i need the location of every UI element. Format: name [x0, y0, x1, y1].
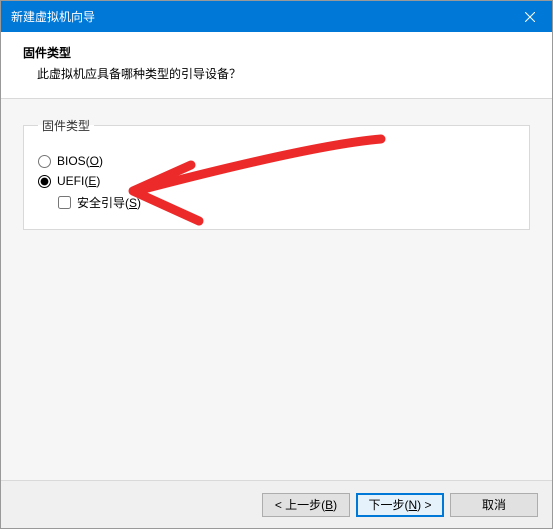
close-icon — [525, 12, 535, 22]
cancel-button[interactable]: 取消 — [450, 493, 538, 517]
checkbox-secure-boot[interactable]: 安全引导(S) — [58, 194, 515, 211]
firmware-type-group: 固件类型 BIOS(O) UEFI(E) 安全引导(S) — [23, 117, 530, 230]
titlebar: 新建虚拟机向导 — [1, 1, 552, 32]
wizard-header: 固件类型 此虚拟机应具备哪种类型的引导设备？ — [1, 32, 552, 99]
radio-bios-label: BIOS(O) — [57, 154, 103, 168]
wizard-window: 新建虚拟机向导 固件类型 此虚拟机应具备哪种类型的引导设备？ 固件类型 BIOS… — [0, 0, 553, 529]
wizard-footer: < 上一步(B) 下一步(N) > 取消 — [1, 480, 552, 528]
wizard-body: 固件类型 BIOS(O) UEFI(E) 安全引导(S) — [1, 99, 552, 480]
radio-bios-input[interactable] — [38, 155, 51, 168]
window-title: 新建虚拟机向导 — [11, 8, 507, 25]
close-button[interactable] — [507, 1, 552, 32]
back-button[interactable]: < 上一步(B) — [262, 493, 350, 517]
checkbox-secure-boot-input[interactable] — [58, 196, 71, 209]
radio-bios[interactable]: BIOS(O) — [38, 154, 515, 168]
radio-uefi-label: UEFI(E) — [57, 174, 100, 188]
radio-uefi[interactable]: UEFI(E) — [38, 174, 515, 188]
firmware-legend: 固件类型 — [38, 117, 94, 134]
checkbox-secure-boot-label: 安全引导(S) — [77, 194, 141, 211]
page-title: 固件类型 — [23, 44, 530, 61]
radio-uefi-input[interactable] — [38, 175, 51, 188]
page-subtitle: 此虚拟机应具备哪种类型的引导设备？ — [23, 65, 530, 82]
next-button[interactable]: 下一步(N) > — [356, 493, 444, 517]
